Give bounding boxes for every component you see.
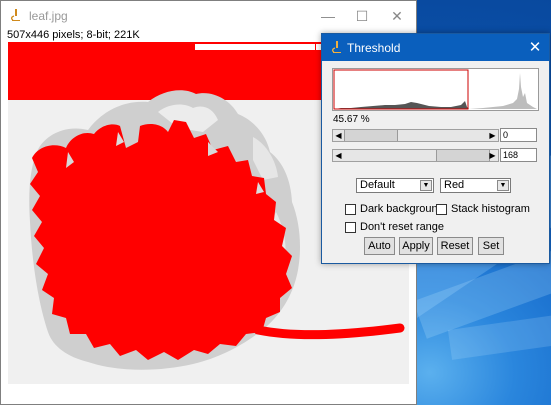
dont-reset-range-checkbox[interactable]: Don't reset range xyxy=(345,221,444,233)
dropdown-arrow-icon[interactable]: ▼ xyxy=(420,180,432,191)
max-threshold-slider[interactable]: ◀ ▶ xyxy=(332,149,499,162)
set-button[interactable]: Set xyxy=(478,237,504,255)
checkbox-box[interactable] xyxy=(436,203,447,215)
dropdown-arrow-icon[interactable]: ▼ xyxy=(497,180,509,191)
microscope-icon xyxy=(10,9,20,21)
dark-background-checkbox[interactable]: Dark background xyxy=(345,203,444,215)
reset-button[interactable]: Reset xyxy=(437,237,473,255)
threshold-percent: 45.67 % xyxy=(333,114,370,125)
close-icon[interactable]: ✕ xyxy=(524,37,546,57)
image-window-titlebar[interactable]: leaf.jpg — ☐ ✕ xyxy=(1,1,416,30)
arrow-right-icon[interactable]: ▶ xyxy=(487,150,498,161)
threshold-window-title: Threshold xyxy=(347,41,401,55)
display-mode-value: Red xyxy=(444,179,465,191)
auto-button[interactable]: Auto xyxy=(364,237,395,255)
minimize-icon[interactable]: — xyxy=(313,5,343,27)
min-threshold-slider[interactable]: ◀ ▶ xyxy=(332,129,499,142)
microscope-icon xyxy=(331,41,341,53)
stack-histogram-label: Stack histogram xyxy=(451,203,530,215)
checkbox-box[interactable] xyxy=(345,221,356,233)
stack-histogram-checkbox[interactable]: Stack histogram xyxy=(436,203,530,215)
min-threshold-field[interactable]: 0 xyxy=(500,128,537,142)
threshold-window-titlebar[interactable]: Threshold ✕ xyxy=(322,34,549,61)
max-threshold-field[interactable]: 168 xyxy=(500,148,537,162)
histogram xyxy=(332,68,539,111)
dark-background-label: Dark background xyxy=(360,203,444,215)
threshold-window[interactable]: Threshold ✕ 45.67 % ◀ ▶ 0 ◀ ▶ 168 Defaul… xyxy=(321,33,550,264)
arrow-left-icon[interactable]: ◀ xyxy=(333,130,344,141)
max-threshold-thumb[interactable] xyxy=(436,150,490,161)
threshold-method-value: Default xyxy=(360,179,395,191)
image-info: 507x446 pixels; 8-bit; 221K xyxy=(7,29,140,41)
close-icon[interactable]: ✕ xyxy=(382,5,412,27)
display-mode-select[interactable]: Red ▼ xyxy=(440,178,511,193)
apply-button[interactable]: Apply xyxy=(399,237,433,255)
maximize-icon[interactable]: ☐ xyxy=(347,5,377,27)
threshold-method-select[interactable]: Default ▼ xyxy=(356,178,434,193)
dont-reset-range-label: Don't reset range xyxy=(360,221,445,233)
arrow-left-icon[interactable]: ◀ xyxy=(333,150,344,161)
checkbox-box[interactable] xyxy=(345,203,356,215)
arrow-right-icon[interactable]: ▶ xyxy=(487,130,498,141)
image-window-title: leaf.jpg xyxy=(29,9,68,23)
min-threshold-thumb[interactable] xyxy=(344,130,398,141)
